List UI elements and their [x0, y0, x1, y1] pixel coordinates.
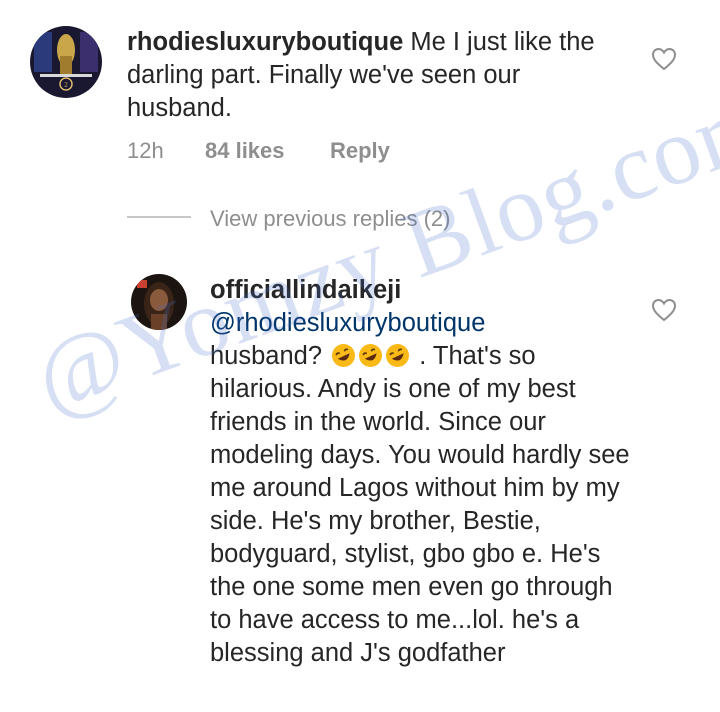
rofl-emoji-icon	[359, 344, 383, 367]
comment-username[interactable]: rhodiesluxuryboutique	[127, 28, 403, 56]
comment-likes[interactable]: 84 likes	[205, 138, 285, 163]
like-heart-icon[interactable]	[651, 47, 677, 71]
avatar-rhodiesluxuryboutique[interactable]: 2	[30, 26, 102, 98]
svg-text:2: 2	[64, 81, 68, 89]
reply-username[interactable]: officiallindaikeji	[210, 276, 401, 304]
reply-text-line1-end: . That's so	[419, 342, 536, 370]
reply-mention-link[interactable]: @rhodiesluxuryboutique	[210, 309, 485, 337]
comment-likes-container: 84 likes	[205, 138, 285, 164]
reply-body: officiallindaikeji @rhodiesluxuryboutiqu…	[210, 274, 630, 670]
boutique-logo-image: 2	[30, 26, 102, 98]
reply-text-start: husband?	[210, 342, 323, 370]
like-heart-icon[interactable]	[651, 298, 677, 322]
comment-reply-container: Reply	[330, 138, 390, 164]
reply-text: hilarious. Andy is one of my best friend…	[210, 375, 630, 667]
view-previous-replies-button[interactable]: View previous replies (2)	[210, 206, 450, 232]
comment-meta: 12h	[127, 138, 164, 164]
rofl-emoji-icon	[386, 344, 410, 367]
comment-body: rhodiesluxuryboutique Me I just like the…	[127, 26, 627, 125]
laughing-emoji-group	[331, 342, 419, 370]
comment-time: 12h	[127, 138, 164, 163]
rofl-emoji-icon	[332, 344, 356, 367]
profile-photo-image	[131, 274, 187, 330]
reply-button[interactable]: Reply	[330, 138, 390, 163]
replies-divider	[127, 216, 191, 218]
avatar-officiallindaikeji[interactable]	[131, 274, 187, 330]
